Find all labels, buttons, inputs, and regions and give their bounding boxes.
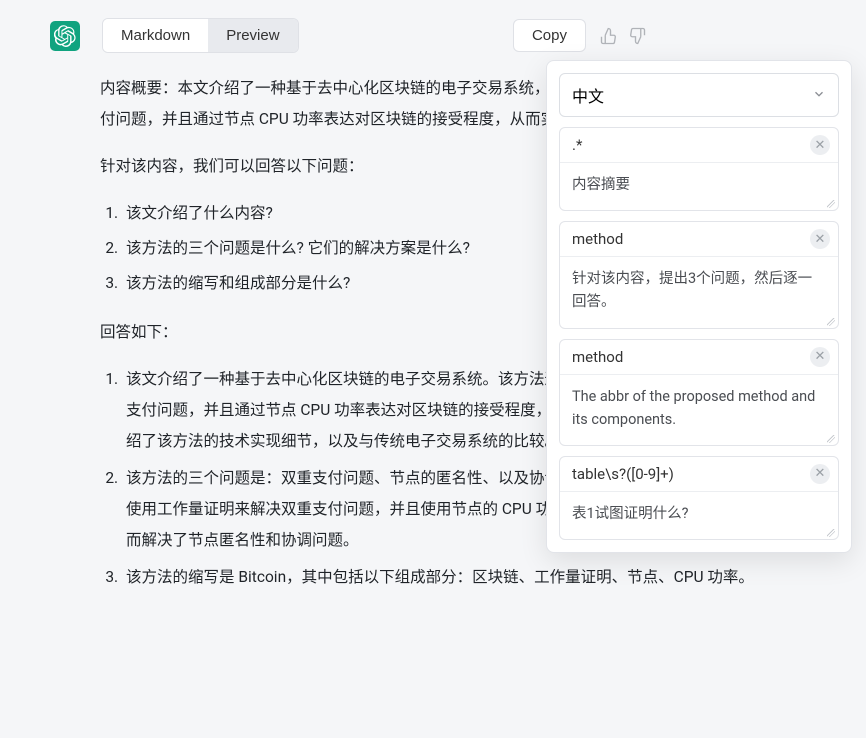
prompt-group: method ✕ The abbr of the proposed method… [559, 339, 839, 446]
prompt-textarea[interactable]: The abbr of the proposed method and its … [560, 375, 838, 445]
list-item: 该方法的缩写是 Bitcoin，其中包括以下组成部分：区块链、工作量证明、节点、… [122, 562, 776, 593]
prompt-panel: 中文 .* ✕ 内容摘要 method ✕ 针对该内容，提出3个问题，然后逐一回… [546, 60, 852, 553]
openai-icon [54, 25, 76, 47]
prompt-group: method ✕ 针对该内容，提出3个问题，然后逐一回答。 [559, 221, 839, 328]
prompt-pattern-input[interactable]: method ✕ [560, 222, 838, 257]
tab-markdown[interactable]: Markdown [103, 19, 208, 52]
feedback-group [600, 27, 646, 45]
prompt-body-text: 内容摘要 [572, 176, 630, 193]
prompt-body-text: The abbr of the proposed method and its … [572, 388, 815, 428]
prompt-group: .* ✕ 内容摘要 [559, 127, 839, 211]
resize-handle-icon [825, 433, 835, 443]
view-tabs: Markdown Preview [102, 18, 299, 53]
close-icon[interactable]: ✕ [810, 135, 830, 155]
close-icon[interactable]: ✕ [810, 229, 830, 249]
prompt-body-text: 表1试图证明什么? [572, 505, 689, 522]
toolbar: Markdown Preview Copy [0, 0, 866, 65]
openai-logo [50, 21, 80, 51]
resize-handle-icon [825, 316, 835, 326]
resize-handle-icon [825, 527, 835, 537]
close-icon[interactable]: ✕ [810, 464, 830, 484]
prompt-pattern-input[interactable]: method ✕ [560, 340, 838, 375]
close-icon[interactable]: ✕ [810, 347, 830, 367]
thumbs-down-icon[interactable] [628, 27, 646, 45]
language-select[interactable]: 中文 [559, 73, 839, 117]
chevron-down-icon [812, 86, 826, 105]
prompt-pattern-input[interactable]: .* ✕ [560, 128, 838, 163]
prompt-textarea[interactable]: 表1试图证明什么? [560, 492, 838, 539]
prompt-pattern-text: table\s?([0-9]+) [572, 465, 674, 483]
prompt-pattern-text: method [572, 230, 623, 248]
thumbs-up-icon[interactable] [600, 27, 618, 45]
language-selected: 中文 [572, 83, 604, 107]
prompt-textarea[interactable]: 内容摘要 [560, 163, 838, 210]
prompt-pattern-text: .* [572, 136, 582, 154]
prompt-pattern-input[interactable]: table\s?([0-9]+) ✕ [560, 457, 838, 492]
prompt-textarea[interactable]: 针对该内容，提出3个问题，然后逐一回答。 [560, 257, 838, 327]
copy-button[interactable]: Copy [513, 19, 586, 52]
resize-handle-icon [825, 198, 835, 208]
prompt-group: table\s?([0-9]+) ✕ 表1试图证明什么? [559, 456, 839, 540]
toolbar-right: Copy [513, 19, 846, 52]
prompt-pattern-text: method [572, 348, 623, 366]
tab-preview[interactable]: Preview [208, 19, 297, 52]
prompt-body-text: 针对该内容，提出3个问题，然后逐一回答。 [572, 270, 812, 310]
